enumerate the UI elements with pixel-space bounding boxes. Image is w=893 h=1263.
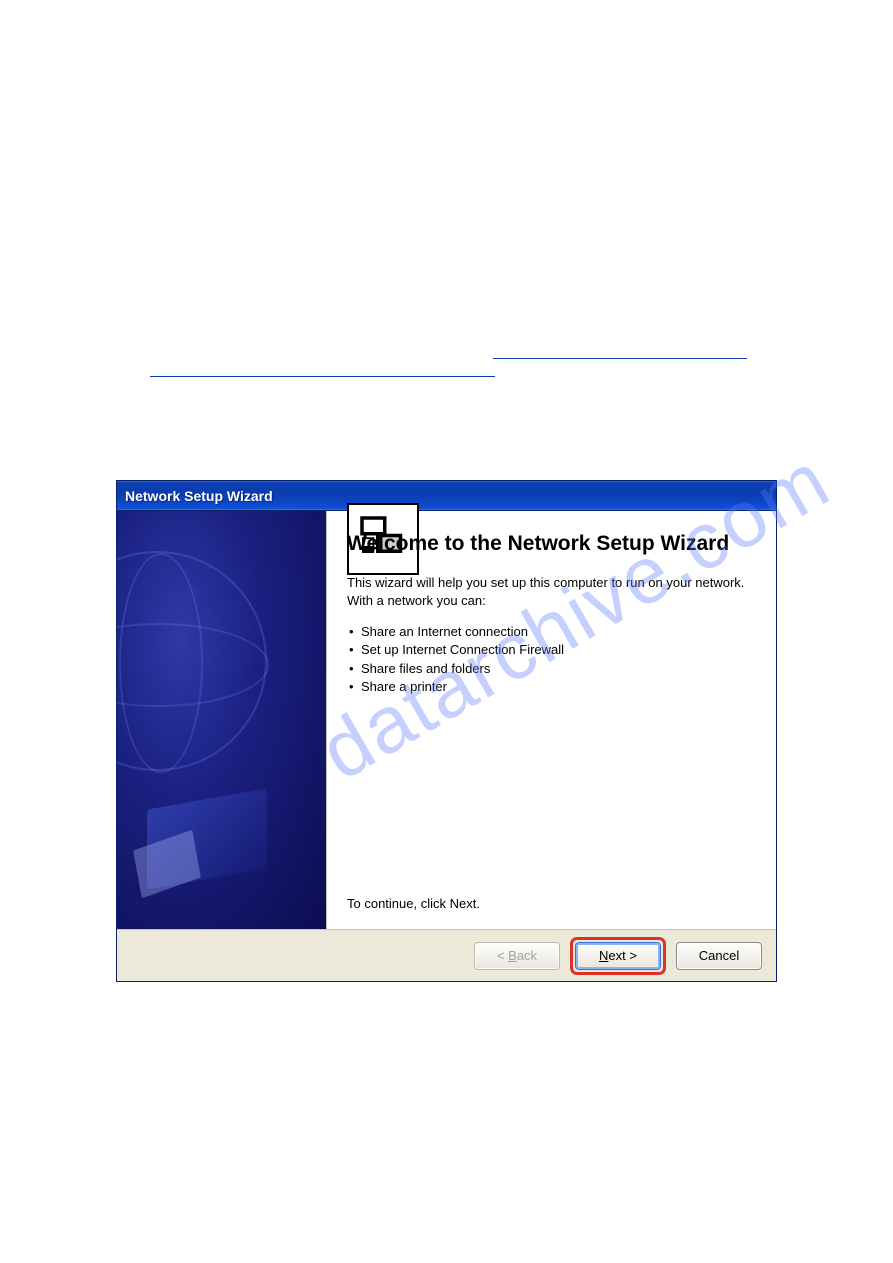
back-suffix: ack [517,948,537,963]
network-setup-wizard-dialog: Network Setup Wizard Welcome to the Netw… [116,480,777,982]
list-item: Set up Internet Connection Firewall [347,641,751,659]
list-item: Share files and folders [347,660,751,678]
back-prefix: < [497,948,508,963]
wizard-heading: Welcome to the Network Setup Wizard [347,531,751,556]
wizard-sidebar-graphic [117,511,327,929]
continue-instruction: To continue, click Next. [347,896,751,919]
window-title: Network Setup Wizard [125,488,273,504]
back-button: < Back [474,942,560,970]
dialog-footer: < Back Next > Cancel [117,929,776,981]
next-button[interactable]: Next > [575,942,661,970]
feature-list: Share an Internet connection Set up Inte… [347,623,751,696]
next-suffix: ext > [608,948,637,963]
next-button-highlight: Next > [570,937,666,975]
dialog-body: Welcome to the Network Setup Wizard This… [117,511,776,929]
cancel-button[interactable]: Cancel [676,942,762,970]
decorative-underline [493,358,747,359]
list-item: Share an Internet connection [347,623,751,641]
titlebar[interactable]: Network Setup Wizard [117,481,776,511]
decorative-underline [150,376,495,377]
wizard-description: This wizard will help you set up this co… [347,574,751,609]
list-item: Share a printer [347,678,751,696]
wizard-content: Welcome to the Network Setup Wizard This… [327,511,776,929]
next-mnemonic: N [599,948,608,963]
back-mnemonic: B [508,948,517,963]
